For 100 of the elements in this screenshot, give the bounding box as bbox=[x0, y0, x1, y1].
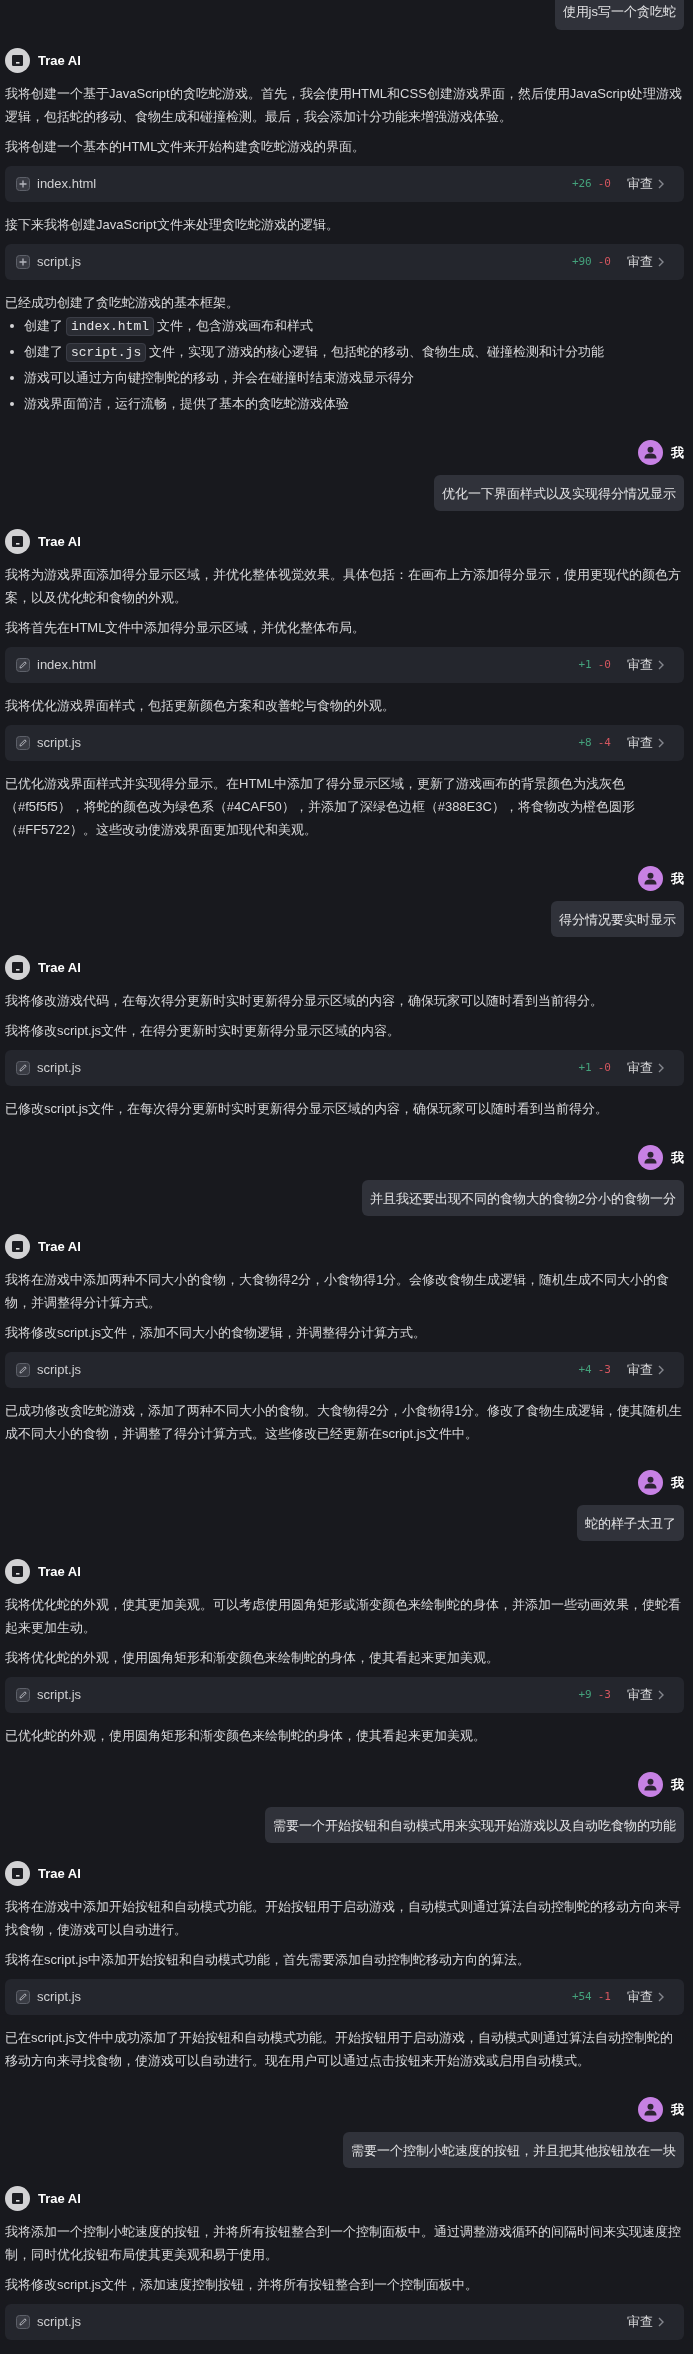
bullet-icon bbox=[10, 402, 14, 406]
avatar-icon bbox=[5, 2186, 30, 2211]
file-name: script.js bbox=[37, 1686, 82, 1704]
message-text: 已优化游戏界面样式并实现得分显示。在HTML中添加了得分显示区域，更新了游戏画布的背景颜色为浅灰色（#f5f5f5），将蛇的颜色改为绿色系（#4CAF50），并添加了深绿色边框（#388E3C），将食物改为橙色圆形（#FF5722）。这些改动使游戏界面更加现代和美观。 bbox=[5, 775, 636, 839]
bullet-icon bbox=[10, 376, 14, 380]
file-name: script.js bbox=[37, 734, 82, 752]
lines-removed: -4 bbox=[597, 735, 611, 751]
pencil-icon bbox=[16, 1363, 30, 1377]
review-button[interactable]: 审查 bbox=[627, 253, 664, 271]
review-button[interactable]: 审查 bbox=[627, 1988, 664, 2006]
review-button[interactable]: 审查 bbox=[627, 1686, 664, 1704]
pencil-icon bbox=[16, 1061, 30, 1075]
message-text: 我将优化蛇的外观，使其更加美观。可以考虑使用圆角矩形或渐变颜色来绘制蛇的身体，并添加一些动画效果，使蛇看起来更加生动。 bbox=[5, 1596, 682, 1637]
sender-name: Trae AI bbox=[38, 51, 81, 70]
message-text: 我将优化游戏界面样式，包括更新颜色方案和改善蛇与食物的外观。 bbox=[5, 697, 396, 715]
file-name: script.js bbox=[37, 1059, 82, 1077]
message-text: 我将在script.js中添加开始按钮和自动模式功能，首先需要添加自动控制蛇移动方向的算法。 bbox=[5, 1951, 532, 1969]
avatar-icon bbox=[5, 1861, 30, 1886]
lines-removed: -3 bbox=[597, 1362, 611, 1378]
lines-removed: -3 bbox=[597, 1687, 611, 1703]
review-button[interactable]: 审查 bbox=[627, 734, 664, 752]
list-item-text: 游戏可以通过方向键控制蛇的移动，并会在碰撞时结束游戏显示得分 bbox=[24, 370, 414, 385]
message-text: 我将修改script.js文件，添加速度控制按钮，并将所有按钮整合到一个控制面板中。 bbox=[5, 2276, 480, 2294]
bullet-icon bbox=[10, 324, 14, 328]
lines-added: +1 bbox=[578, 1060, 592, 1076]
message-text: 我将首先在HTML文件中添加得分显示区域，并优化整体布局。 bbox=[5, 619, 367, 637]
chevron-right-icon bbox=[658, 1690, 664, 1700]
person-avatar-icon bbox=[638, 1772, 663, 1797]
avatar-icon bbox=[5, 955, 30, 980]
pencil-icon bbox=[16, 1990, 30, 2004]
message-text: 我将创建一个基本的HTML文件来开始构建贪吃蛇游戏的界面。 bbox=[5, 138, 367, 156]
avatar-icon bbox=[5, 1559, 30, 1584]
review-button[interactable]: 审查 bbox=[627, 1361, 664, 1379]
sender-name: 我 bbox=[671, 443, 684, 462]
lines-removed: -0 bbox=[597, 176, 611, 192]
person-avatar-icon bbox=[638, 1145, 663, 1170]
person-avatar-icon bbox=[638, 440, 663, 465]
lines-removed: -0 bbox=[597, 657, 611, 673]
chevron-right-icon bbox=[658, 179, 664, 189]
pencil-icon bbox=[16, 658, 30, 672]
list-item-text: 文件，包含游戏画布和样式 bbox=[157, 318, 313, 333]
message-text: 我将修改script.js文件，在得分更新时实时更新得分显示区域的内容。 bbox=[5, 1022, 402, 1040]
message-bubble: 需要一个控制小蛇速度的按钮，并且把其他按钮放在一块 bbox=[343, 2132, 684, 2168]
plus-square-icon bbox=[16, 177, 30, 191]
file-name: index.html bbox=[37, 175, 97, 193]
person-avatar-icon bbox=[638, 1470, 663, 1495]
sender-name: 我 bbox=[671, 1473, 684, 1492]
review-button[interactable]: 审查 bbox=[627, 1059, 664, 1077]
sender-name: 我 bbox=[671, 1148, 684, 1167]
lines-removed: -0 bbox=[597, 254, 611, 270]
chevron-right-icon bbox=[658, 1992, 664, 2002]
avatar-icon bbox=[5, 48, 30, 73]
sender-name: Trae AI bbox=[38, 532, 81, 551]
lines-added: +9 bbox=[578, 1687, 592, 1703]
file-name: script.js bbox=[37, 1988, 82, 2006]
file-name: script.js bbox=[37, 1361, 82, 1379]
file-name: script.js bbox=[37, 253, 82, 271]
message-bubble: 并且我还要出现不同的食物大的食物2分小的食物一分 bbox=[361, 1180, 684, 1216]
message-bubble: 需要一个开始按钮和自动模式用来实现开始游戏以及自动吃食物的功能 bbox=[265, 1807, 684, 1843]
review-button[interactable]: 审查 bbox=[627, 2313, 664, 2331]
message-text: 接下来我将创建JavaScript文件来处理贪吃蛇游戏的逻辑。 bbox=[5, 216, 340, 234]
lines-removed: -1 bbox=[597, 1989, 611, 2005]
message-text: 我将创建一个基于JavaScript的贪吃蛇游戏。首先，我会使用HTML和CSS创建游戏界面，然后使用JavaScript处理游戏逻辑，包括蛇的移动、食物生成和碰撞检测。最后，我会添加计分功能来增强游戏体验。 bbox=[5, 85, 684, 126]
sender-name: Trae AI bbox=[38, 1562, 81, 1581]
sender-name: Trae AI bbox=[38, 1864, 81, 1883]
sender-name: Trae AI bbox=[38, 1237, 81, 1256]
review-button[interactable]: 审查 bbox=[627, 656, 664, 674]
sender-name: 我 bbox=[671, 1775, 684, 1794]
inline-code: script.js bbox=[66, 343, 147, 362]
sender-name: 我 bbox=[671, 869, 684, 888]
list-item-text: 创建了 bbox=[24, 318, 63, 333]
sender-name: Trae AI bbox=[38, 958, 81, 977]
plus-square-icon bbox=[16, 255, 30, 269]
message-text: 已成功修改贪吃蛇游戏，添加了两种不同大小的食物。大食物得2分，小食物得1分。修改了食物生成逻辑，使其随机生成不同大小的食物，并调整了得分计算方式。这些修改已经更新在script.js文件中。 bbox=[5, 1402, 684, 1443]
lines-added: +1 bbox=[578, 657, 592, 673]
chevron-right-icon bbox=[658, 2317, 664, 2327]
chevron-right-icon bbox=[658, 1365, 664, 1375]
message-text: 我将添加一个控制小蛇速度的按钮，并将所有按钮整合到一个控制面板中。通过调整游戏循环的间隔时间来实现速度控制，同时优化按钮布局使其更美观和易于使用。 bbox=[5, 2223, 682, 2264]
message-text: 我将在游戏中添加开始按钮和自动模式功能。开始按钮用于启动游戏，自动模式则通过算法自动控制蛇的移动方向来寻找食物，使游戏可以自动进行。 bbox=[5, 1898, 682, 1939]
message-text: 我将在游戏中添加两种不同大小的食物，大食物得2分，小食物得1分。会修改食物生成逻辑，随机生成不同大小的食物，并调整得分计算方式。 bbox=[5, 1271, 671, 1312]
person-avatar-icon bbox=[638, 2097, 663, 2122]
lines-added: +26 bbox=[571, 176, 592, 192]
message-text: 我将修改script.js文件，添加不同大小的食物逻辑，并调整得分计算方式。 bbox=[5, 1324, 428, 1342]
chevron-right-icon bbox=[658, 1063, 664, 1073]
avatar-icon bbox=[5, 529, 30, 554]
message-text: 已在script.js文件中成功添加了开始按钮和自动模式功能。开始按钮用于启动游戏，自动模式则通过算法自动控制蛇的移动方向来寻找食物，使游戏可以自动进行。现在用户可以通过点击按钮来开始游戏或启用自动模式。 bbox=[5, 2029, 675, 2070]
lines-added: +8 bbox=[578, 735, 592, 751]
message-text: 我将为游戏界面添加得分显示区域，并优化整体视觉效果。具体包括：在画布上方添加得分显示，使用更现代的颜色方案，以及优化蛇和食物的外观。 bbox=[5, 566, 682, 607]
review-button[interactable]: 审查 bbox=[627, 175, 664, 193]
file-name: script.js bbox=[37, 2313, 82, 2331]
list-item-text: 创建了 bbox=[24, 344, 63, 359]
avatar-icon bbox=[5, 1234, 30, 1259]
pencil-icon bbox=[16, 736, 30, 750]
message-text: 已修改script.js文件，在每次得分更新时实时更新得分显示区域的内容，确保玩家可以随时看到当前得分。 bbox=[5, 1100, 610, 1118]
list-item-text: 文件，实现了游戏的核心逻辑，包括蛇的移动、食物生成、碰撞检测和计分功能 bbox=[149, 344, 605, 359]
chevron-right-icon bbox=[658, 257, 664, 267]
message-text: 我将修改游戏代码，在每次得分更新时实时更新得分显示区域的内容，确保玩家可以随时看到当前得分。 bbox=[5, 992, 604, 1010]
lines-removed: -0 bbox=[597, 1060, 611, 1076]
person-avatar-icon bbox=[638, 866, 663, 891]
message-bubble: 优化一下界面样式以及实现得分情况显示 bbox=[434, 475, 684, 511]
